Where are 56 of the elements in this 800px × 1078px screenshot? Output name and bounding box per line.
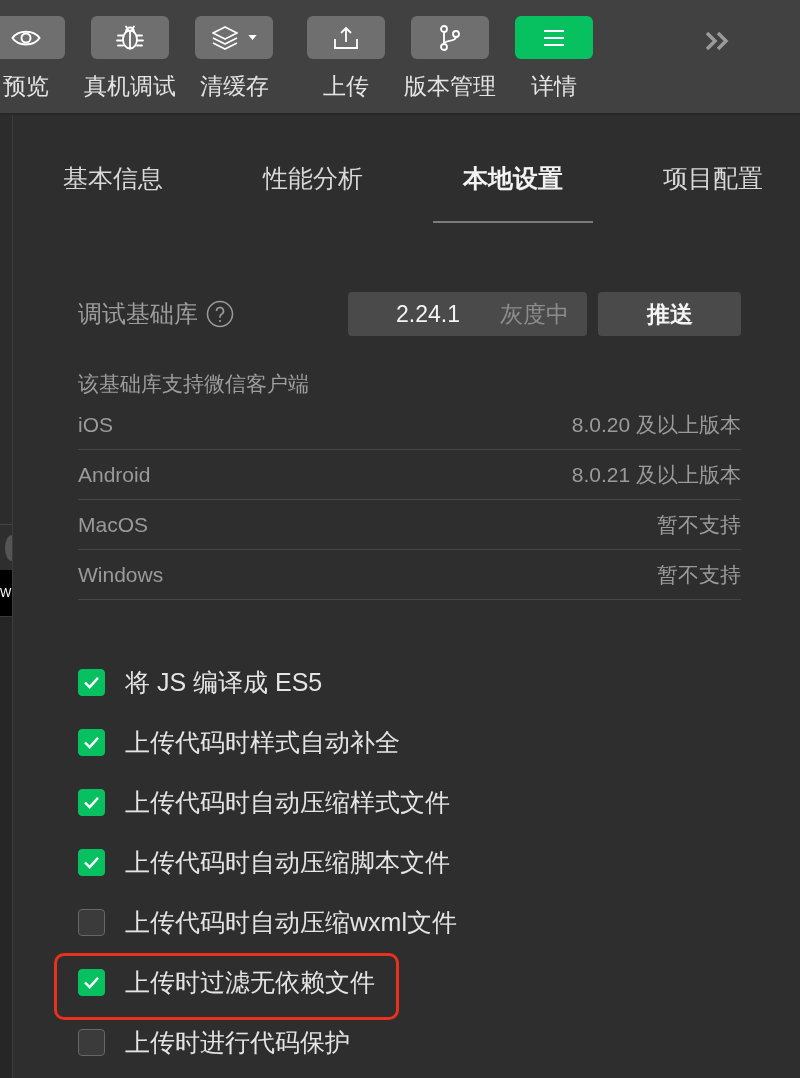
setting-label: 调试基础库 (78, 299, 198, 329)
bug-icon (116, 25, 144, 50)
layers-icon (211, 25, 239, 50)
platform-name: Android (78, 462, 151, 487)
push-button[interactable]: 推送 (598, 292, 741, 336)
upload-icon (334, 26, 358, 49)
checkbox[interactable] (78, 1028, 105, 1056)
double-chevron-icon[interactable] (703, 30, 731, 52)
toolbar-button[interactable] (195, 16, 273, 59)
toolbar-button[interactable] (0, 16, 65, 59)
checkbox-label: 上传代码时自动压缩脚本文件 (125, 846, 450, 878)
checkbox-label: 上传代码时自动压缩wxml文件 (125, 906, 457, 938)
toolbar-label: 上传 (323, 72, 369, 101)
version-requirement: 暂不支持 (657, 511, 741, 538)
toolbar-label: 版本管理 (404, 72, 496, 101)
check-icon (83, 855, 100, 869)
checkbox[interactable] (78, 848, 105, 876)
toolbar-button[interactable] (91, 16, 169, 59)
platform-name: iOS (78, 412, 113, 437)
checkbox-label: 上传代码时样式自动补全 (125, 726, 400, 758)
menu-icon (543, 29, 565, 46)
edge-label: W (0, 570, 12, 616)
checkbox[interactable] (78, 668, 105, 696)
check-icon (83, 675, 100, 689)
support-title: 该基础库支持微信客户端 (78, 371, 310, 397)
toolbar-button[interactable] (411, 16, 489, 59)
checkbox[interactable] (78, 908, 105, 936)
platform-name: Windows (78, 562, 164, 587)
version-requirement: 8.0.20 及以上版本 (571, 411, 741, 438)
check-icon (83, 975, 100, 989)
toolbar-label: 清缓存 (199, 72, 269, 101)
checkbox-label: 将 JS 编译成 ES5 (125, 666, 323, 698)
checkbox-label: 上传时过滤无依赖文件 (125, 966, 375, 998)
tab[interactable]: 项目配置 (633, 163, 793, 223)
checkbox[interactable] (78, 788, 105, 816)
version-status: 灰度中 (499, 299, 569, 329)
version-requirement: 暂不支持 (657, 561, 741, 588)
platform-name: MacOS (78, 512, 148, 537)
toolbar-label: 真机调试 (84, 72, 176, 101)
version-select[interactable]: 2.24.1 灰度中 (348, 292, 587, 336)
toolbar-label: 预览 (3, 72, 49, 101)
branch-icon (440, 24, 460, 51)
check-icon (83, 735, 100, 749)
tab[interactable]: 本地设置 (433, 163, 593, 223)
checkbox[interactable] (78, 728, 105, 756)
check-icon (83, 795, 100, 809)
checkbox-label: 上传代码时自动压缩样式文件 (125, 786, 450, 818)
version-value: 2.24.1 (396, 300, 460, 328)
version-requirement: 8.0.21 及以上版本 (571, 461, 741, 488)
help-icon[interactable] (206, 300, 234, 328)
toolbar-button[interactable] (307, 16, 385, 59)
checkbox-label: 上传时进行代码保护 (125, 1026, 350, 1058)
toolbar-label: 详情 (531, 72, 577, 101)
tab[interactable]: 性能分析 (233, 163, 393, 223)
tab[interactable]: 基本信息 (33, 163, 193, 223)
checkbox[interactable] (78, 968, 105, 996)
